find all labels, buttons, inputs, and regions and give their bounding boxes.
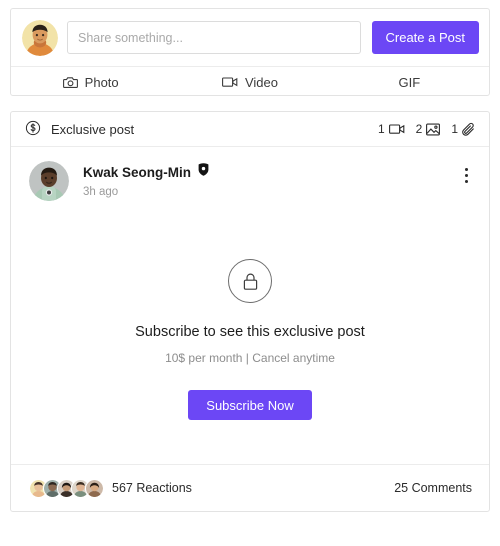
reactions-label: 567 Reactions	[112, 481, 192, 495]
video-count: 1	[378, 122, 405, 136]
dollar-circle-icon	[25, 120, 41, 139]
attachment-count-value: 1	[451, 122, 458, 136]
post-banner-left: Exclusive post	[25, 120, 134, 139]
paperclip-icon	[462, 122, 476, 137]
more-options-icon[interactable]	[456, 163, 476, 187]
author-row: Kwak Seong-Min	[83, 163, 456, 181]
image-count: 2	[416, 122, 441, 136]
composer-action-photo-label: Photo	[84, 74, 119, 90]
lock-icon	[228, 259, 272, 303]
image-count-value: 2	[415, 122, 423, 136]
locked-content-area: Subscribe to see this exclusive post 10$…	[11, 201, 489, 464]
current-user-avatar[interactable]	[22, 19, 58, 56]
post-footer: 567 Reactions 25 Comments	[11, 464, 489, 511]
reactions-group[interactable]: 567 Reactions	[29, 478, 192, 498]
share-input[interactable]	[67, 21, 361, 54]
subscribe-now-button[interactable]: Subscribe Now	[188, 390, 312, 420]
composer-action-video[interactable]: Video	[170, 67, 329, 97]
composer-action-photo[interactable]: Photo	[11, 67, 170, 97]
post-author-row: Kwak Seong-Min 3h ago	[11, 147, 489, 201]
verified-shield-icon	[198, 163, 209, 181]
post-author-meta: Kwak Seong-Min 3h ago	[83, 161, 456, 198]
post-timestamp: 3h ago	[83, 186, 119, 198]
post-author-name[interactable]: Kwak Seong-Min	[83, 165, 191, 180]
exclusive-post-card: Exclusive post 1 2 1 Kwak Seong-Min 3h a…	[10, 111, 490, 512]
post-media-counts: 1 2 1	[378, 122, 476, 137]
kebab-dot	[464, 167, 468, 171]
camera-icon	[62, 76, 78, 89]
create-post-button[interactable]: Create a Post	[371, 21, 479, 54]
kebab-dot	[464, 173, 468, 177]
page-root: Create a Post Photo	[0, 0, 500, 546]
composer-action-gif-label: GIF	[398, 74, 421, 90]
post-banner: Exclusive post 1 2 1	[11, 112, 489, 147]
video-count-value: 1	[377, 122, 385, 136]
attachment-count: 1	[451, 122, 476, 137]
comments-label[interactable]: 25 Comments	[394, 481, 472, 495]
avatar-image	[29, 161, 69, 201]
video-camera-icon	[222, 76, 238, 88]
composer-action-gif[interactable]: GIF	[330, 67, 489, 97]
composer-action-video-label: Video	[244, 74, 278, 90]
avatar-image	[22, 19, 58, 56]
kebab-dot	[464, 179, 468, 183]
composer-top-row: Create a Post	[11, 9, 489, 66]
reaction-avatar-stack	[29, 478, 104, 498]
reaction-avatar	[85, 478, 104, 498]
locked-title: Subscribe to see this exclusive post	[135, 324, 365, 340]
composer-card: Create a Post Photo	[10, 8, 490, 96]
post-author-avatar[interactable]	[29, 161, 69, 201]
post-banner-label: Exclusive post	[51, 121, 135, 137]
composer-action-bar: Photo Video GIF	[11, 66, 489, 97]
video-camera-icon	[388, 123, 405, 135]
image-icon	[426, 123, 441, 136]
locked-subtitle: 10$ per month | Cancel anytime	[165, 351, 335, 365]
